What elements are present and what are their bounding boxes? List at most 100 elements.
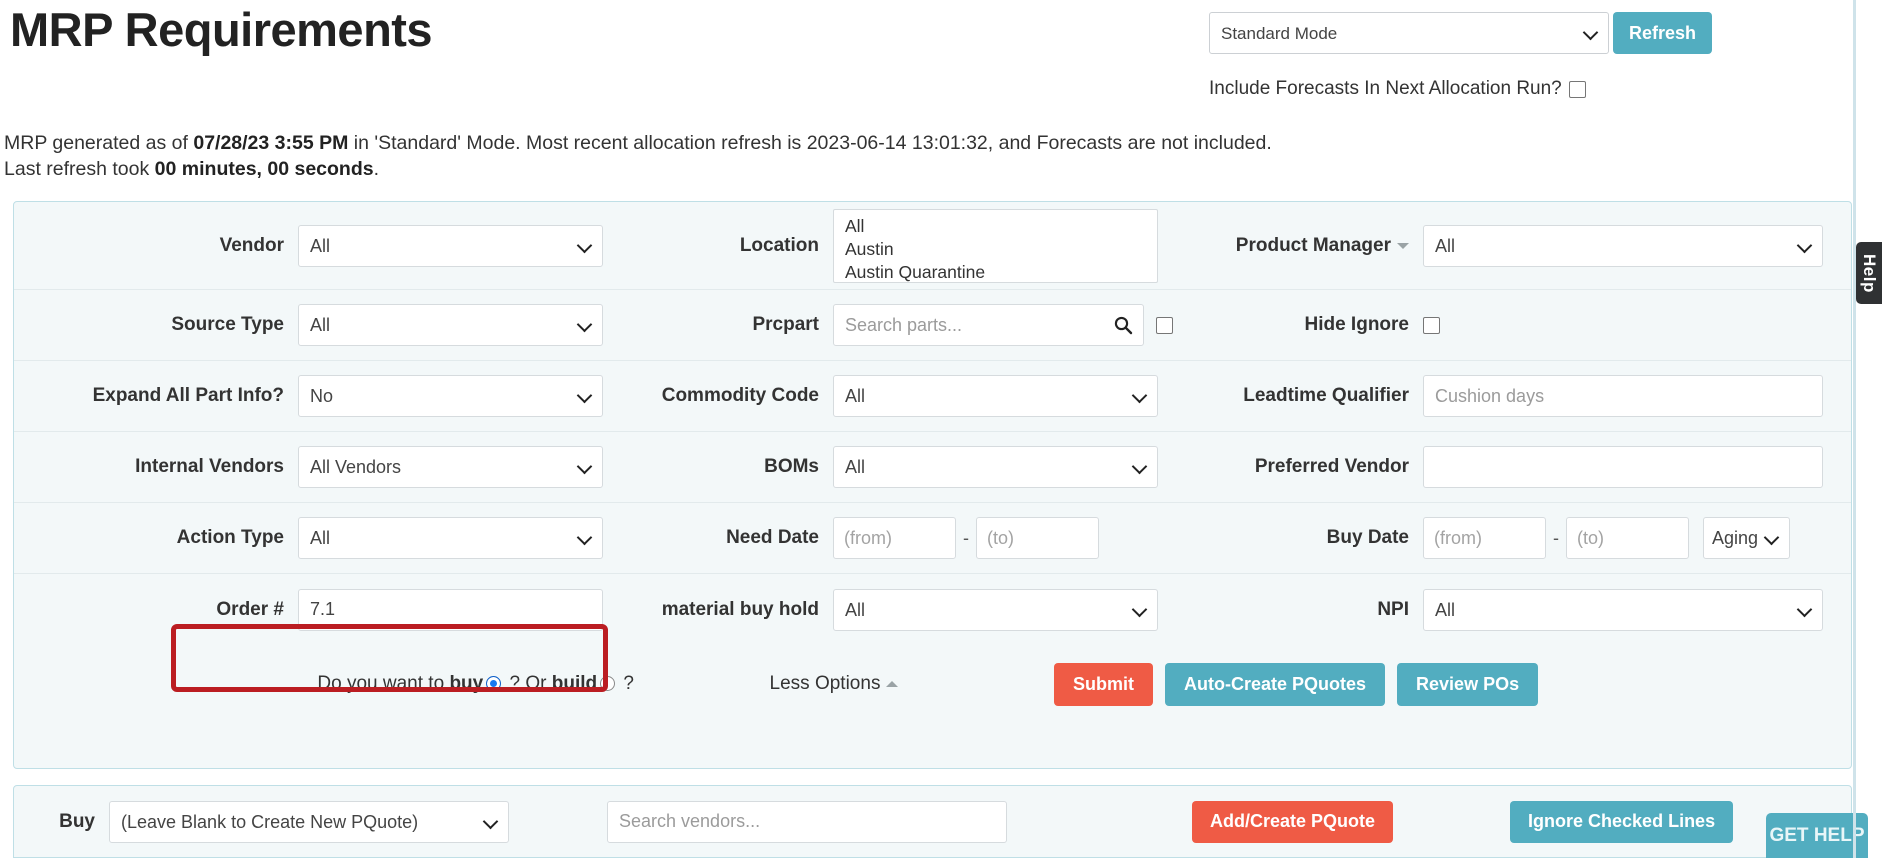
prcpart-exact-checkbox[interactable] <box>1156 317 1173 334</box>
add-create-pquote-button[interactable]: Add/Create PQuote <box>1192 801 1393 843</box>
build-question-mark: ? <box>618 673 634 694</box>
generated-datetime: 07/28/23 3:55 PM <box>193 132 348 154</box>
boms-label: BOMs <box>764 456 819 477</box>
material-buy-hold-select-shell: All <box>833 589 1158 631</box>
submit-button[interactable]: Submit <box>1054 663 1153 706</box>
filter-row-action-needdate-buydate: Action Type All Need Date - Buy Date - <box>14 503 1851 574</box>
generated-mid: in 'Standard' Mode. Most recent allocati… <box>348 132 1271 154</box>
aging-select[interactable]: Aging <box>1703 517 1790 559</box>
internal-vendors-select[interactable]: All Vendors <box>298 446 603 488</box>
location-option[interactable]: Austin Quarantine <box>834 261 1157 283</box>
buy-label: Buy <box>14 811 109 833</box>
vendor-search-input[interactable] <box>607 801 1007 843</box>
filter-panel: Vendor All Location All Austin Austin Qu… <box>13 201 1852 769</box>
material-buy-hold-select[interactable]: All <box>833 589 1158 631</box>
last-refresh-duration: 00 minutes, 00 seconds <box>155 158 374 180</box>
internal-vendors-label: Internal Vendors <box>135 456 284 477</box>
build-radio[interactable] <box>600 676 615 691</box>
panel-buttons: Submit Auto-Create PQuotes Review POs <box>1034 663 1851 706</box>
last-refresh-prefix: Last refresh took <box>4 158 155 180</box>
commodity-code-label: Commodity Code <box>662 385 819 406</box>
product-manager-select[interactable]: All <box>1423 225 1823 267</box>
less-options-label: Less Options <box>770 673 881 694</box>
auto-create-pquotes-button[interactable]: Auto-Create PQuotes <box>1165 663 1385 706</box>
less-options-toggle[interactable]: Less Options <box>634 673 1034 695</box>
expand-all-part-info-select[interactable]: No <box>298 375 603 417</box>
buy-date-separator: - <box>1546 528 1566 549</box>
refresh-button[interactable]: Refresh <box>1613 12 1712 54</box>
boms-select[interactable]: All <box>833 446 1158 488</box>
ignore-checked-lines-button[interactable]: Ignore Checked Lines <box>1510 801 1733 843</box>
prcpart-search-input[interactable] <box>833 304 1144 346</box>
mrp-mode-select[interactable]: Standard Mode <box>1209 12 1609 54</box>
boms-select-shell: All <box>833 446 1158 488</box>
buy-panel: Buy (Leave Blank to Create New PQuote) A… <box>13 785 1852 858</box>
product-manager-label: Product Manager <box>1236 235 1391 256</box>
include-forecasts-row: Include Forecasts In Next Allocation Run… <box>1209 78 1586 100</box>
last-refresh-suffix: . <box>374 158 379 180</box>
review-pos-button[interactable]: Review POs <box>1397 663 1538 706</box>
location-option[interactable]: Austin <box>834 238 1157 261</box>
npi-select-shell: All <box>1423 589 1823 631</box>
include-forecasts-checkbox[interactable] <box>1569 81 1586 98</box>
npi-label: NPI <box>1377 599 1409 620</box>
mrp-requirements-page: MRP Requirements Standard Mode Refresh I… <box>0 0 1882 858</box>
pquote-select-shell: (Leave Blank to Create New PQuote) <box>109 801 509 843</box>
mode-toolbar: Standard Mode Refresh <box>1209 12 1712 54</box>
filter-row-expand-commodity-leadtime: Expand All Part Info? No Commodity Code … <box>14 361 1851 432</box>
hide-ignore-label: Hide Ignore <box>1304 314 1409 335</box>
buy-date-from-input[interactable] <box>1423 517 1546 559</box>
need-date-range: - <box>833 517 1099 559</box>
prcpart-search-wrap <box>833 304 1144 346</box>
buy-radio[interactable] <box>486 676 501 691</box>
location-option[interactable]: All <box>834 215 1157 238</box>
material-buy-hold-label: material buy hold <box>662 599 819 620</box>
buy-date-to-input[interactable] <box>1566 517 1689 559</box>
commodity-code-select[interactable]: All <box>833 375 1158 417</box>
need-date-label: Need Date <box>726 527 819 548</box>
npi-select[interactable]: All <box>1423 589 1823 631</box>
filter-row-vendor-location-pm: Vendor All Location All Austin Austin Qu… <box>14 202 1851 290</box>
filter-row-internal-boms-preferred: Internal Vendors All Vendors BOMs All Pr… <box>14 432 1851 503</box>
source-type-label: Source Type <box>171 314 284 335</box>
commodity-code-select-shell: All <box>833 375 1158 417</box>
mode-select-shell: Standard Mode <box>1209 12 1609 54</box>
filter-row-source-prcpart-hideignore: Source Type All Prcpart Hide Ignore <box>14 290 1851 361</box>
preferred-vendor-input[interactable] <box>1423 446 1823 488</box>
leadtime-qualifier-input[interactable] <box>1423 375 1823 417</box>
page-scrollbar[interactable] <box>1853 0 1856 858</box>
need-date-from-input[interactable] <box>833 517 956 559</box>
include-forecasts-label: Include Forecasts In Next Allocation Run… <box>1209 78 1562 100</box>
buy-question-mark: ? <box>504 673 520 694</box>
panel-action-row: Do you want to buy ? Or build ? Less Opt… <box>14 645 1851 723</box>
source-type-select-shell: All <box>298 304 603 346</box>
hide-ignore-checkbox[interactable] <box>1423 317 1440 334</box>
order-number-label: Order # <box>216 599 284 620</box>
buy-or-build-question: Do you want to buy ? Or build ? <box>14 673 634 695</box>
order-number-input[interactable] <box>298 589 603 631</box>
help-tab[interactable]: Help <box>1856 242 1882 304</box>
filter-row-order-material-npi: Order # material buy hold All NPI All <box>14 574 1851 645</box>
build-word: build <box>552 673 597 694</box>
mrp-generated-text: MRP generated as of 07/28/23 3:55 PM in … <box>4 130 1272 182</box>
source-type-select[interactable]: All <box>298 304 603 346</box>
expand-all-part-info-select-shell: No <box>298 375 603 417</box>
expand-all-part-info-label: Expand All Part Info? <box>93 385 284 406</box>
need-date-to-input[interactable] <box>976 517 1099 559</box>
or-word: Or <box>520 673 552 694</box>
need-date-separator: - <box>956 528 976 549</box>
prcpart-label: Prcpart <box>752 314 819 335</box>
location-listbox[interactable]: All Austin Austin Quarantine Consignment <box>833 209 1158 283</box>
pquote-select[interactable]: (Leave Blank to Create New PQuote) <box>109 801 509 843</box>
generated-prefix: MRP generated as of <box>4 132 193 154</box>
buy-date-label: Buy Date <box>1327 527 1409 548</box>
chevron-down-icon[interactable] <box>1397 243 1409 249</box>
action-type-label: Action Type <box>177 527 284 548</box>
leadtime-qualifier-label: Leadtime Qualifier <box>1243 385 1409 406</box>
action-type-select[interactable]: All <box>298 517 603 559</box>
preferred-vendor-label: Preferred Vendor <box>1255 456 1409 477</box>
vendor-select[interactable]: All <box>298 225 603 267</box>
question-prefix: Do you want to <box>317 673 449 694</box>
vendor-select-shell: All <box>298 225 603 267</box>
help-tab-label: Help <box>1859 254 1879 293</box>
